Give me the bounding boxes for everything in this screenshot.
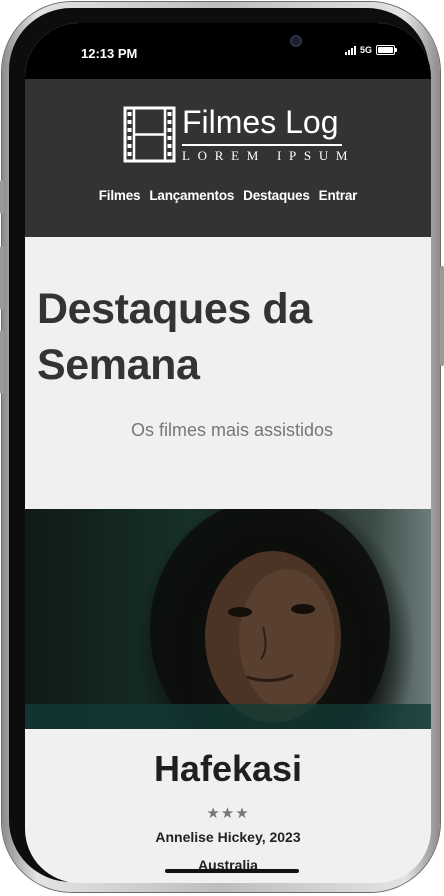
- volume-down-button: [0, 330, 4, 394]
- home-indicator[interactable]: [165, 869, 299, 873]
- front-camera: [290, 35, 302, 47]
- movie-still-portrait: [25, 509, 431, 729]
- logo-subtitle: LOREM IPSUM: [182, 148, 356, 163]
- status-bar: 12:13 PM 5G: [25, 23, 431, 79]
- hero-title: Destaques da Semana: [37, 281, 312, 393]
- nav-link-lancamentos[interactable]: Lançamentos: [149, 188, 234, 203]
- phone-bezel: 12:13 PM 5G Filmes Log LOREM IPSUM Filme…: [9, 8, 431, 883]
- site-logo[interactable]: Filmes Log LOREM IPSUM: [123, 104, 348, 163]
- power-button: [440, 266, 444, 366]
- movie-title[interactable]: Hafekasi: [25, 747, 431, 791]
- film-strip-icon: [123, 106, 176, 163]
- volume-up-button: [0, 246, 4, 310]
- signal-icon: [344, 45, 356, 55]
- status-indicators: 5G: [344, 45, 397, 55]
- nav-link-entrar[interactable]: Entrar: [319, 188, 358, 203]
- status-time: 12:13 PM: [81, 46, 138, 61]
- network-label: 5G: [359, 45, 372, 55]
- movie-director-year: Annelise Hickey, 2023: [155, 829, 301, 845]
- movie-rating-stars: ★★★: [206, 805, 250, 822]
- movie-still-image[interactable]: [25, 509, 431, 729]
- hero-title-line-2: Semana: [37, 341, 200, 389]
- battery-icon: [376, 45, 397, 55]
- nav-link-filmes[interactable]: Filmes: [99, 188, 141, 203]
- silent-switch: [0, 180, 4, 214]
- main-nav: Filmes Lançamentos Destaques Entrar: [25, 188, 431, 203]
- hero-subtitle: Os filmes mais assistidos: [130, 420, 334, 440]
- nav-link-destaques[interactable]: Destaques: [243, 188, 310, 203]
- notch: [146, 23, 314, 63]
- site-header: Filmes Log LOREM IPSUM Filmes Lançamento…: [25, 79, 431, 237]
- phone-screen: 12:13 PM 5G Filmes Log LOREM IPSUM Filme…: [25, 23, 431, 883]
- logo-title: Filmes Log: [182, 104, 339, 140]
- hero-title-line-1: Destaques da: [37, 285, 312, 333]
- logo-divider: [182, 144, 342, 146]
